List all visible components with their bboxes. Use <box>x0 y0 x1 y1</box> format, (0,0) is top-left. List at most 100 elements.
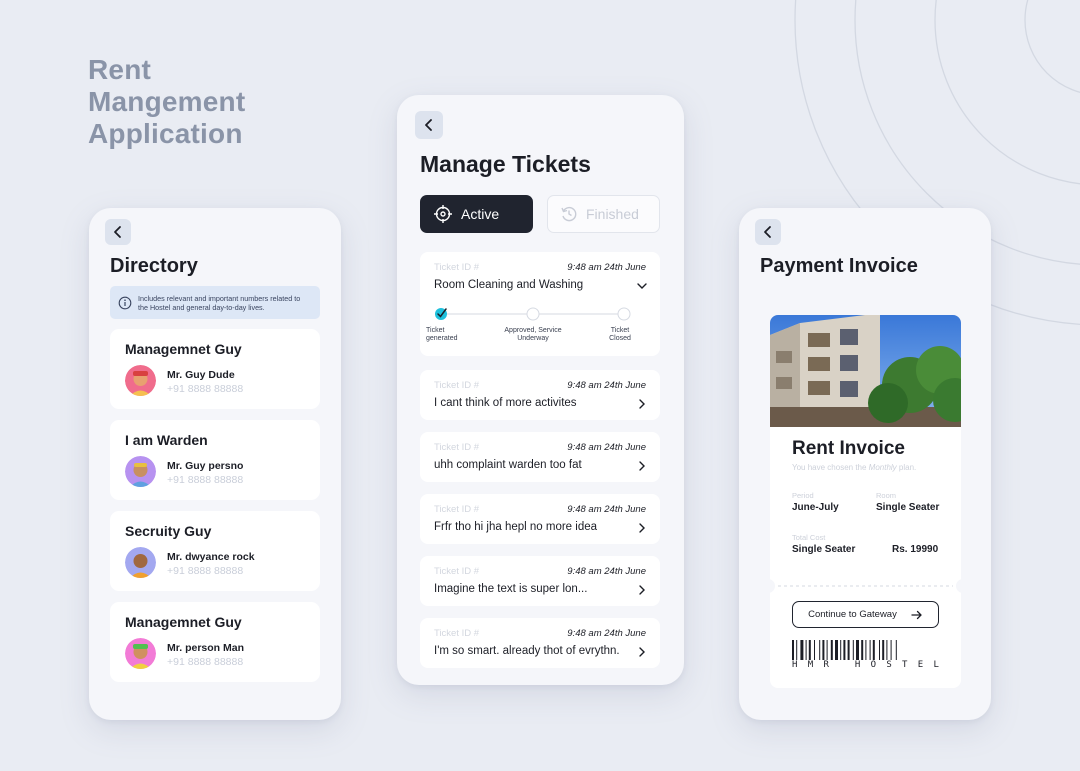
total-label: Total Cost <box>792 533 826 542</box>
ticket-time: 9:48 am 24th June <box>567 442 646 453</box>
ticket-id: Ticket ID # <box>434 504 480 515</box>
tab-finished[interactable]: Finished <box>547 195 660 233</box>
tab-active[interactable]: Active <box>420 195 533 233</box>
ticket-title: Imagine the text is super lon... <box>434 583 588 595</box>
chevron-left-icon <box>425 119 432 131</box>
chevron-right-icon[interactable] <box>636 522 648 534</box>
total-room: Single Seater <box>792 544 856 555</box>
barcode-bar <box>814 640 815 660</box>
barcode-char: R <box>823 660 829 670</box>
barcode-char: O <box>870 660 877 670</box>
contact-phone[interactable]: +91 8888 88888 <box>167 383 243 395</box>
info-icon <box>118 296 132 309</box>
ticket-id: Ticket ID # <box>434 442 480 453</box>
avatar <box>125 456 156 487</box>
ticket-time: 9:48 am 24th June <box>567 380 646 391</box>
history-icon <box>561 206 577 222</box>
contact-name: Mr. dwyance rock <box>167 551 255 563</box>
directory-screen: Directory Includes relevant and importan… <box>89 208 341 720</box>
barcode-bar <box>843 640 846 660</box>
chevron-right-icon[interactable] <box>636 584 648 596</box>
barcode-char: H <box>854 660 861 670</box>
barcode-bar <box>886 640 888 660</box>
barcode-bar <box>865 640 867 660</box>
ticket-time: 9:48 am 24th June <box>567 566 646 577</box>
contact-card[interactable]: Secruity Guy Mr. dwyance rock +91 8888 8… <box>110 511 320 591</box>
step-label: Approved, Service Underway <box>504 327 562 342</box>
avatar <box>125 547 156 578</box>
contact-role: I am Warden <box>125 432 208 448</box>
tab-finished-label: Finished <box>586 206 639 222</box>
barcode-char: E <box>917 660 924 670</box>
barcode-char: H <box>792 660 798 670</box>
barcode-bar <box>830 640 833 660</box>
contact-card[interactable]: I am Warden Mr. Guy persno +91 8888 8888… <box>110 420 320 500</box>
screen-title: Manage Tickets <box>420 151 591 177</box>
ticket-card[interactable]: Ticket ID # 9:48 am 24th June I cant thi… <box>420 370 660 420</box>
tab-active-label: Active <box>461 206 500 222</box>
barcode-bar <box>882 640 885 660</box>
ticket-card[interactable]: Ticket ID # 9:48 am 24th June Room Clean… <box>420 252 660 356</box>
ticket-id: Ticket ID # <box>434 628 480 639</box>
barcode-bar <box>856 640 859 660</box>
contact-name: Mr. Guy Dude <box>167 369 235 381</box>
ticket-card[interactable]: Ticket ID # 9:48 am 24th June Imagine th… <box>420 556 660 606</box>
chevron-down-icon[interactable] <box>636 280 648 292</box>
invoice-subtitle: You have chosen the Monthly plan. <box>792 463 917 472</box>
chevron-right-icon[interactable] <box>636 646 648 658</box>
ticket-title: Room Cleaning and Washing <box>434 279 584 291</box>
continue-gateway-button[interactable]: Continue to Gateway <box>792 601 939 628</box>
ticket-id: Ticket ID # <box>434 566 480 577</box>
barcode-bar <box>835 640 838 660</box>
ticket-card[interactable]: Ticket ID # 9:48 am 24th June uhh compla… <box>420 432 660 482</box>
ticket-time: 9:48 am 24th June <box>567 628 646 639</box>
barcode-bar <box>879 640 880 660</box>
tickets-screen: Manage Tickets Active Finished Ticket ID… <box>397 95 684 685</box>
avatar <box>125 365 156 396</box>
chevron-right-icon[interactable] <box>636 398 648 410</box>
hostel-photo <box>770 315 961 427</box>
chevron-left-icon <box>764 226 771 238</box>
barcode-bar <box>840 640 842 660</box>
back-button[interactable] <box>415 111 443 139</box>
chevron-right-icon[interactable] <box>636 460 648 472</box>
barcode-bar <box>872 640 875 660</box>
room-label: Room <box>876 491 897 500</box>
arrow-right-icon <box>911 610 922 619</box>
ticket-title: uhh complaint warden too fat <box>434 459 582 471</box>
contact-name: Mr. person Man <box>167 642 245 654</box>
ticket-card[interactable]: Ticket ID # 9:48 am 24th June Frfr tho h… <box>420 494 660 544</box>
screen-title: Directory <box>110 255 198 277</box>
barcode-bar <box>822 640 825 660</box>
back-button[interactable] <box>755 219 781 245</box>
barcode-bar <box>890 640 892 660</box>
contact-phone[interactable]: +91 8888 88888 <box>167 565 243 577</box>
info-banner: Includes relevant and important numbers … <box>110 286 320 319</box>
page-title: Rent Mangement Application <box>88 54 246 149</box>
avatar <box>125 638 156 669</box>
target-icon <box>434 205 452 223</box>
perforation <box>770 579 961 593</box>
contact-card[interactable]: Managemnet Guy Mr. Guy Dude +91 8888 888… <box>110 329 320 409</box>
barcode-bar <box>819 640 821 660</box>
contact-phone[interactable]: +91 8888 88888 <box>167 474 243 486</box>
gateway-button-label: Continue to Gateway <box>808 609 897 620</box>
ticket-time: 9:48 am 24th June <box>567 504 646 515</box>
ticket-title: Frfr tho hi jha hepl no more idea <box>434 521 598 533</box>
barcode-bar <box>895 640 897 660</box>
ticket-id: Ticket ID # <box>434 380 480 391</box>
barcode-bar <box>861 640 864 660</box>
back-button[interactable] <box>105 219 131 245</box>
ticket-time: 9:48 am 24th June <box>567 262 646 273</box>
invoice-screen: Payment Invoice Rent Invoice You have ch… <box>739 208 991 720</box>
barcode-char: T <box>902 660 908 670</box>
contact-card[interactable]: Managemnet Guy Mr. person Man +91 8888 8… <box>110 602 320 682</box>
contact-phone[interactable]: +91 8888 88888 <box>167 656 243 668</box>
barcode-bar <box>805 640 807 660</box>
step-label: Ticket Closed <box>609 327 631 342</box>
barcode-char: S <box>886 660 892 670</box>
invoice-title: Rent Invoice <box>792 438 905 459</box>
ticket-card[interactable]: Ticket ID # 9:48 am 24th June I'm so sma… <box>420 618 660 668</box>
info-text: Includes relevant and important numbers … <box>138 293 301 312</box>
chevron-left-icon <box>114 226 121 238</box>
